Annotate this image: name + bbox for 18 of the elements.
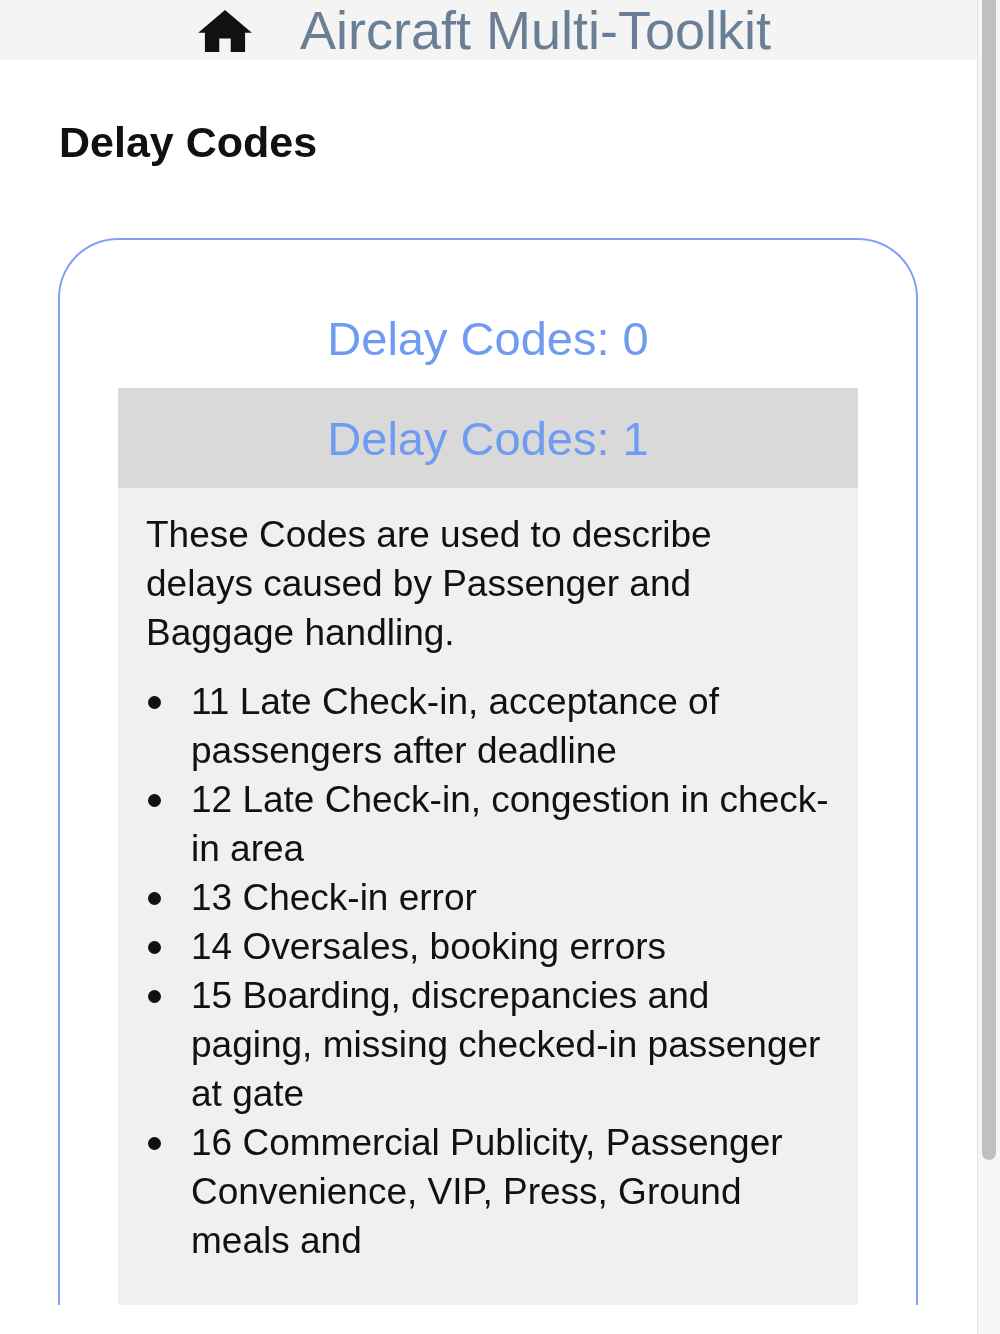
list-item-text: 16 Commercial Publicity, Passenger Convenience, VIP, Press, Ground meals and — [191, 1121, 784, 1263]
accordion-header[interactable]: Delay Codes: 1 — [118, 388, 858, 488]
page-heading: Delay Codes — [59, 118, 319, 168]
accordion-header[interactable]: Delay Codes: 0 — [118, 288, 858, 388]
bullet-icon — [148, 941, 161, 954]
bullet-icon — [148, 990, 161, 1003]
scrollbar-thumb[interactable] — [982, 0, 996, 1160]
list-item-text: 15 Boarding, discrepancies and paging, missing checked-in passenger at gate — [191, 974, 822, 1116]
bullet-icon — [148, 1137, 161, 1150]
list-item-text: 12 Late Check-in, congestion in check-in area — [191, 778, 830, 871]
app-title: Aircraft Multi-Toolkit — [299, 0, 772, 61]
bullet-icon — [148, 696, 161, 709]
list-item-text: 14 Oversales, booking errors — [191, 925, 667, 969]
list-item-text: 11 Late Check-in, acceptance of passengers after deadline — [191, 680, 720, 773]
list-item-text: 13 Check-in error — [191, 876, 477, 920]
bullet-icon — [148, 794, 161, 807]
description-text: These Codes are used to describe delays caused by Passenger and Baggage handling. — [146, 513, 713, 655]
bullet-icon — [148, 892, 161, 905]
